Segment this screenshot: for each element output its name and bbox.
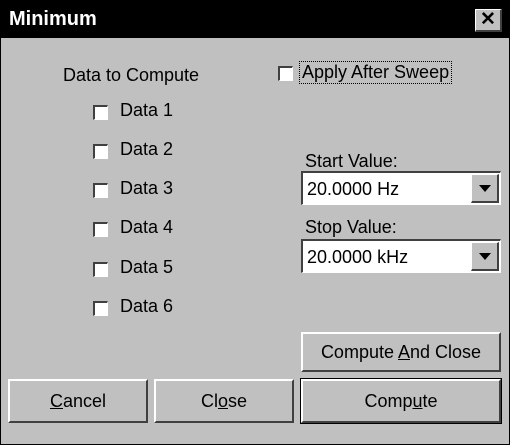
title-bar[interactable]: Minimum ✕	[1, 1, 509, 38]
chevron-down-icon[interactable]	[471, 174, 499, 203]
checkbox-box[interactable]	[93, 222, 108, 237]
mnemonic-letter: o	[217, 391, 228, 411]
button-label-part: Cl	[200, 391, 218, 411]
data-5-label[interactable]: Data 5	[120, 257, 173, 278]
close-icon[interactable]: ✕	[475, 9, 502, 32]
chevron-down-icon[interactable]	[471, 242, 499, 271]
button-label-part: Comp	[364, 391, 413, 411]
stop-value-label: Stop Value:	[305, 217, 397, 237]
data-6-label[interactable]: Data 6	[120, 296, 173, 317]
stop-value-select[interactable]: 20.0000 kHz	[301, 239, 501, 273]
checkbox-box[interactable]	[93, 183, 108, 198]
data-3-label[interactable]: Data 3	[120, 178, 173, 199]
checkbox-box[interactable]	[93, 262, 108, 277]
checkbox-box[interactable]	[278, 66, 293, 81]
checkbox-box[interactable]	[93, 105, 108, 120]
cancel-button[interactable]: Cancel	[8, 379, 148, 423]
mnemonic-letter: u	[412, 391, 423, 411]
close-button[interactable]: Close	[154, 379, 294, 423]
window-title: Minimum	[9, 8, 97, 30]
button-label-part: nd Close	[410, 342, 482, 362]
stop-value-text: 20.0000 kHz	[307, 247, 409, 267]
start-value-label: Start Value:	[305, 151, 398, 171]
mnemonic-letter: A	[397, 342, 410, 362]
checkbox-box[interactable]	[93, 144, 108, 159]
button-label-part: se	[228, 391, 248, 411]
compute-and-close-button[interactable]: Compute And Close	[301, 332, 501, 372]
start-value-select[interactable]: 20.0000 Hz	[301, 171, 501, 205]
compute-button[interactable]: Compute	[300, 378, 502, 424]
data-to-compute-label: Data to Compute	[63, 65, 200, 85]
button-label-part: te	[422, 391, 438, 411]
button-label-part: Compute	[320, 342, 398, 362]
data-4-label[interactable]: Data 4	[120, 217, 173, 238]
apply-after-sweep-label[interactable]: Apply After Sweep	[299, 61, 453, 84]
start-value-text: 20.0000 Hz	[307, 179, 400, 199]
minimum-dialog: Minimum ✕ Data to Compute Data 1 Data 2 …	[0, 0, 510, 445]
data-2-label[interactable]: Data 2	[120, 139, 173, 160]
mnemonic-letter: C	[49, 391, 63, 411]
checkbox-box[interactable]	[93, 301, 108, 316]
button-label-part: ancel	[62, 391, 107, 411]
data-1-label[interactable]: Data 1	[120, 100, 173, 121]
